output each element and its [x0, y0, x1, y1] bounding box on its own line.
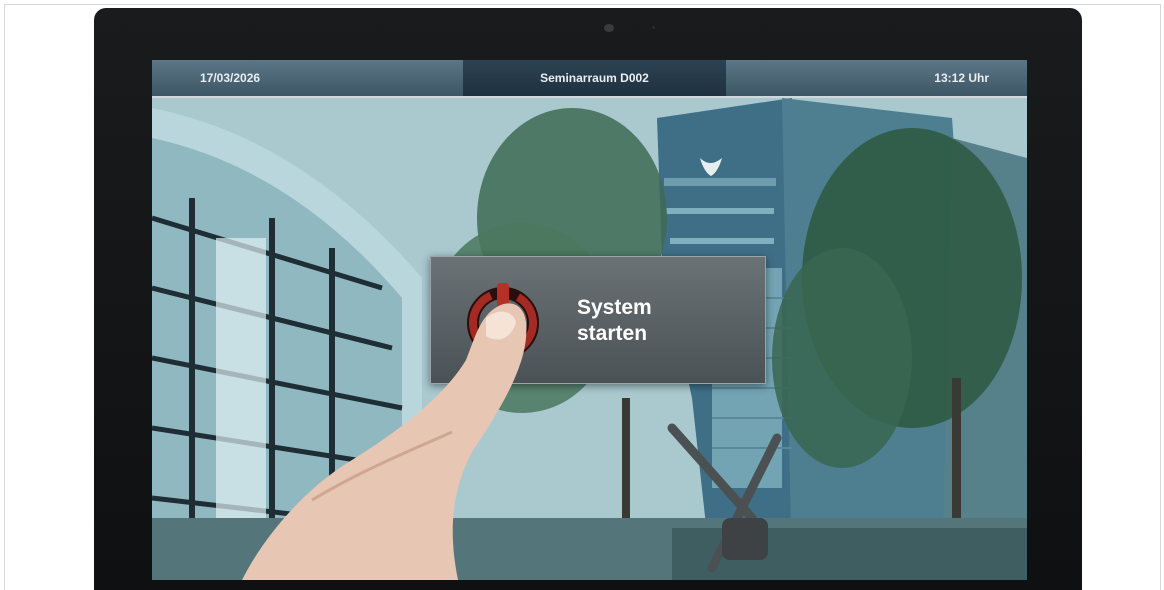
start-system-button[interactable]: System starten	[430, 256, 766, 384]
date-display: 17/03/2026	[152, 60, 463, 96]
power-icon	[467, 283, 539, 359]
time-display: 13:12 Uhr	[726, 60, 1027, 96]
room-name: Seminarraum D002	[463, 60, 726, 96]
sensor-icon	[652, 26, 655, 29]
camera-icon	[604, 24, 614, 32]
status-bar: 17/03/2026 Seminarraum D002 13:12 Uhr	[152, 60, 1027, 98]
start-system-label: System starten	[577, 296, 652, 345]
touch-panel-screen: 17/03/2026 Seminarraum D002 13:12 Uhr Sy…	[152, 60, 1027, 580]
